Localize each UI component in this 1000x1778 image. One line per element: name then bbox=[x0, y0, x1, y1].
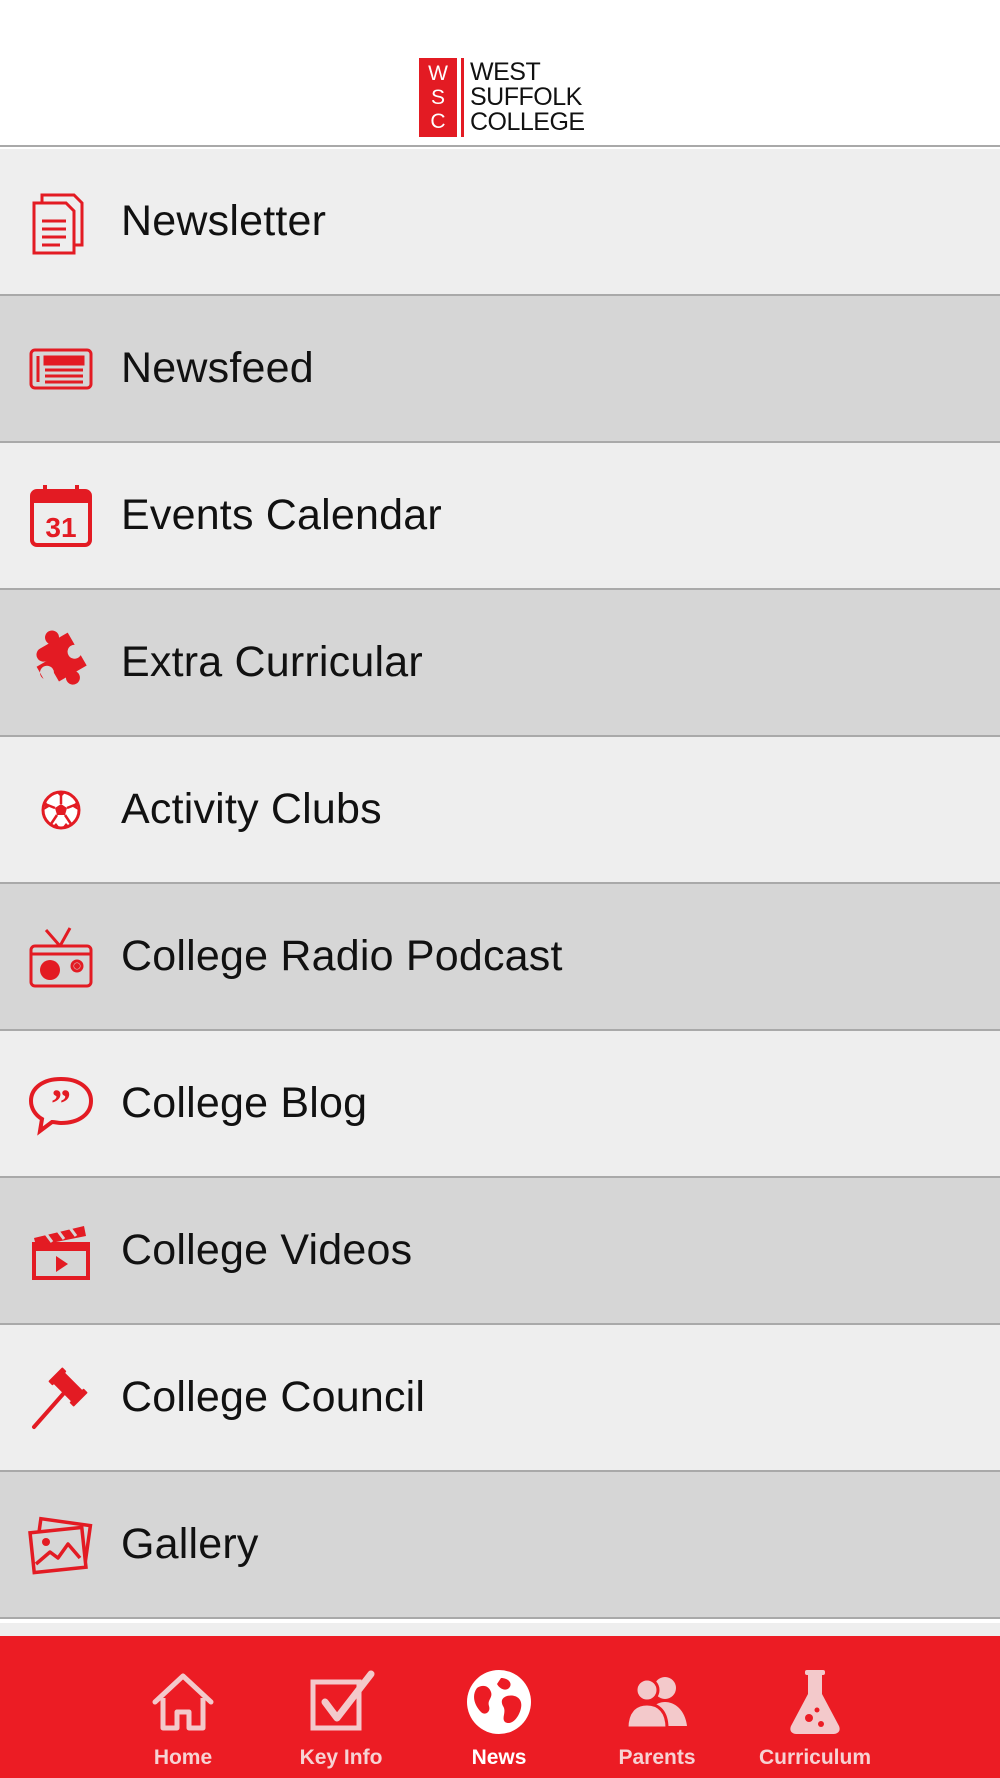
menu-item-college-council[interactable]: College Council bbox=[0, 1325, 1000, 1472]
checkbox-icon bbox=[305, 1666, 377, 1738]
radio-icon bbox=[28, 924, 94, 990]
tab-news[interactable]: News bbox=[434, 1636, 564, 1778]
menu-item-college-blog[interactable]: ” College Blog bbox=[0, 1031, 1000, 1178]
menu-item-label: Extra Curricular bbox=[121, 638, 423, 686]
calendar-icon: 31 bbox=[28, 483, 94, 549]
tab-curriculum[interactable]: Curriculum bbox=[750, 1636, 880, 1778]
newsletter-icon bbox=[28, 189, 94, 255]
svg-text:”: ” bbox=[51, 1081, 71, 1126]
logo-monogram: W S C bbox=[419, 58, 457, 137]
college-logo: W S C WEST SUFFOLK COLLEGE bbox=[419, 58, 585, 138]
app-header: W S C WEST SUFFOLK COLLEGE bbox=[0, 0, 1000, 147]
menu-item-extra-curricular[interactable]: Extra Curricular bbox=[0, 590, 1000, 737]
menu-item-label: College Blog bbox=[121, 1079, 368, 1127]
logo-divider bbox=[461, 58, 464, 137]
puzzle-icon bbox=[28, 629, 94, 696]
logo-letter-s: S bbox=[430, 85, 445, 109]
photos-icon bbox=[28, 1512, 94, 1578]
newspaper-icon bbox=[28, 336, 94, 402]
menu-item-label: Newsletter bbox=[121, 197, 327, 245]
globe-icon bbox=[463, 1666, 535, 1738]
football-icon bbox=[28, 777, 94, 843]
menu-item-college-radio-podcast[interactable]: College Radio Podcast bbox=[0, 884, 1000, 1031]
people-icon bbox=[621, 1666, 693, 1738]
menu-item-label: College Videos bbox=[121, 1226, 413, 1274]
gavel-icon bbox=[28, 1365, 94, 1431]
menu-item-newsfeed[interactable]: Newsfeed bbox=[0, 296, 1000, 443]
menu-item-gallery[interactable]: Gallery bbox=[0, 1472, 1000, 1619]
tab-label: Curriculum bbox=[758, 1746, 871, 1769]
logo-letter-c: C bbox=[430, 110, 446, 134]
speech-bubble-icon: ” bbox=[28, 1071, 94, 1137]
menu-item-label: Newsfeed bbox=[121, 344, 314, 392]
logo-word-college: COLLEGE bbox=[470, 108, 585, 136]
menu-item-label: College Radio Podcast bbox=[121, 932, 563, 980]
tab-label: Parents bbox=[618, 1746, 696, 1769]
menu-item-newsletter[interactable]: Newsletter bbox=[0, 149, 1000, 296]
home-icon bbox=[147, 1666, 219, 1738]
tab-label: Home bbox=[153, 1746, 213, 1769]
menu-item-label: Activity Clubs bbox=[121, 785, 382, 833]
news-menu-list: Newsletter Newsfeed 31 Events Calendar E… bbox=[0, 149, 1000, 1619]
menu-item-label: College Council bbox=[121, 1373, 426, 1421]
bottom-tab-bar: Home Key Info News Parents Curriculum bbox=[0, 1636, 1000, 1778]
clapperboard-icon bbox=[28, 1218, 94, 1284]
calendar-icon-number: 31 bbox=[45, 512, 76, 543]
tab-home[interactable]: Home bbox=[118, 1636, 248, 1778]
list-continuation bbox=[0, 1623, 1000, 1637]
menu-item-events-calendar[interactable]: 31 Events Calendar bbox=[0, 443, 1000, 590]
logo-word-west: WEST bbox=[470, 58, 541, 86]
tab-parents[interactable]: Parents bbox=[592, 1636, 722, 1778]
logo-wordmark: WEST SUFFOLK COLLEGE bbox=[470, 58, 585, 137]
tab-label: News bbox=[471, 1746, 527, 1769]
menu-item-label: Gallery bbox=[121, 1520, 259, 1568]
menu-item-college-videos[interactable]: College Videos bbox=[0, 1178, 1000, 1325]
logo-word-suffolk: SUFFOLK bbox=[470, 83, 582, 111]
menu-item-label: Events Calendar bbox=[121, 491, 442, 539]
logo-letter-w: W bbox=[428, 61, 448, 85]
flask-icon bbox=[779, 1666, 851, 1738]
menu-item-activity-clubs[interactable]: Activity Clubs bbox=[0, 737, 1000, 884]
tab-key-info[interactable]: Key Info bbox=[276, 1636, 406, 1778]
tab-label: Key Info bbox=[299, 1746, 383, 1769]
